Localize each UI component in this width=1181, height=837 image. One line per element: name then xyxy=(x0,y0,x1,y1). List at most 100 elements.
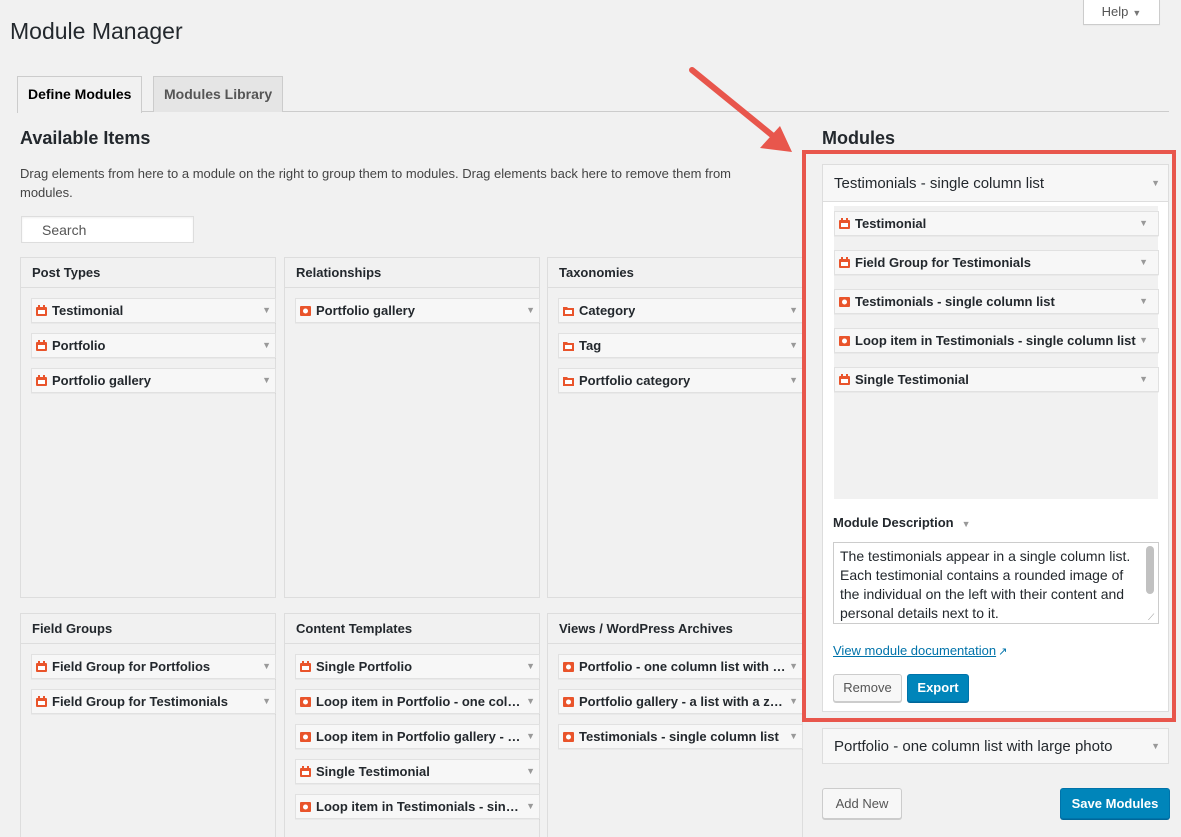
caret-down-icon[interactable]: ▼ xyxy=(787,725,798,748)
caret-down-icon[interactable]: ▼ xyxy=(1151,729,1160,764)
loop-template-icon xyxy=(300,697,311,707)
caret-down-icon[interactable]: ▼ xyxy=(787,690,798,713)
save-modules-button[interactable]: Save Modules xyxy=(1060,788,1170,819)
module-item[interactable]: Field Group for Testimonials ▼ xyxy=(834,250,1159,275)
module-item[interactable]: Single Testimonial ▼ xyxy=(834,367,1159,392)
taxonomies-title: Taxonomies xyxy=(548,258,802,288)
caret-down-icon[interactable]: ▼ xyxy=(787,369,798,392)
item-label: Loop item in Testimonials - single colum… xyxy=(316,799,525,814)
annotation-arrow-icon xyxy=(689,67,792,152)
tab-define-modules[interactable]: Define Modules xyxy=(17,76,143,113)
content-template-icon xyxy=(300,766,311,777)
list-item[interactable]: Loop item in Testimonials - single colum… xyxy=(295,794,540,819)
caret-down-icon[interactable]: ▼ xyxy=(260,690,271,713)
content-template-icon xyxy=(839,374,850,385)
caret-down-icon[interactable]: ▼ xyxy=(1137,290,1148,313)
caret-down-icon[interactable]: ▼ xyxy=(962,519,971,529)
help-label: Help xyxy=(1101,4,1129,19)
view-icon xyxy=(563,662,574,672)
caret-down-icon[interactable]: ▼ xyxy=(524,299,535,322)
module-item[interactable]: Testimonials - single column list ▼ xyxy=(834,289,1159,314)
list-item[interactable]: Tag ▼ xyxy=(558,333,803,358)
module-item-icon xyxy=(36,375,47,386)
list-item[interactable]: Portfolio gallery - a list with a zoom ▼ xyxy=(558,689,803,714)
help-button[interactable]: Help ▼ xyxy=(1083,0,1160,25)
list-item[interactable]: Portfolio - one column list with large p… xyxy=(558,654,803,679)
caret-down-icon[interactable]: ▼ xyxy=(260,299,271,322)
page-title: Module Manager xyxy=(10,18,183,44)
field-group-icon xyxy=(36,661,47,672)
list-item[interactable]: Loop item in Portfolio gallery - a list … xyxy=(295,724,540,749)
doc-link-label: View module documentation xyxy=(833,643,997,658)
caret-down-icon[interactable]: ▼ xyxy=(260,334,271,357)
caret-down-icon[interactable]: ▼ xyxy=(1137,212,1148,235)
list-item[interactable]: Category ▼ xyxy=(558,298,803,323)
item-label: Portfolio - one column list with large p… xyxy=(579,659,788,674)
tab-bar: Define Modules Modules Library xyxy=(17,76,1169,113)
view-icon xyxy=(563,732,574,742)
module-item[interactable]: Loop item in Testimonials - single colum… xyxy=(834,328,1159,353)
caret-down-icon[interactable]: ▼ xyxy=(787,334,798,357)
list-item[interactable]: Testimonials - single column list ▼ xyxy=(558,724,803,749)
loop-template-icon xyxy=(300,802,311,812)
views-title: Views / WordPress Archives xyxy=(548,614,802,644)
modules-title: Modules xyxy=(822,128,896,148)
list-item[interactable]: Single Testimonial ▼ xyxy=(295,759,540,784)
relationships-title: Relationships xyxy=(285,258,539,288)
list-item[interactable]: Portfolio category ▼ xyxy=(558,368,803,393)
tab-modules-library[interactable]: Modules Library xyxy=(153,76,284,112)
post-types-title: Post Types xyxy=(21,258,275,288)
module-item-icon xyxy=(839,218,850,229)
remove-button[interactable]: Remove xyxy=(833,674,902,702)
caret-down-icon[interactable]: ▼ xyxy=(260,655,271,678)
module-description-label[interactable]: Module Description ▼ xyxy=(833,515,971,530)
field-groups-box: Field Groups xyxy=(20,613,276,837)
item-label: Portfolio gallery - a list with a zoom xyxy=(579,694,788,709)
caret-down-icon[interactable]: ▼ xyxy=(524,725,535,748)
caret-down-icon[interactable]: ▼ xyxy=(1137,368,1148,391)
resize-handle-icon[interactable]: ⟋ xyxy=(1148,612,1157,622)
item-label: Single Portfolio xyxy=(316,659,413,674)
module-documentation-link[interactable]: View module documentation ↗ xyxy=(833,643,1007,658)
item-label: Loop item in Portfolio gallery - a list … xyxy=(316,729,525,744)
view-icon xyxy=(563,697,574,707)
caret-down-icon[interactable]: ▼ xyxy=(1137,251,1148,274)
module-description-textarea[interactable]: The testimonials appear in a single colu… xyxy=(833,542,1159,624)
item-label: Testimonials - single column list xyxy=(855,294,1055,309)
list-item[interactable]: Portfolio gallery ▼ xyxy=(295,298,540,323)
item-label: Single Testimonial xyxy=(855,372,969,387)
item-label: Testimonial xyxy=(52,303,124,318)
item-label: Loop item in Portfolio - one column list… xyxy=(316,694,525,709)
textarea-scrollbar[interactable] xyxy=(1146,546,1154,594)
caret-down-icon[interactable]: ▼ xyxy=(524,760,535,783)
search-input[interactable] xyxy=(21,216,194,243)
item-label: Portfolio xyxy=(52,338,106,353)
available-items-description: Drag elements from here to a module on t… xyxy=(20,166,732,200)
caret-down-icon[interactable]: ▼ xyxy=(524,690,535,713)
field-group-icon xyxy=(36,696,47,707)
list-item[interactable]: Portfolio gallery ▼ xyxy=(31,368,276,393)
list-item[interactable]: Single Portfolio ▼ xyxy=(295,654,540,679)
module-item-icon xyxy=(36,340,47,351)
available-items-title: Available Items xyxy=(20,128,151,148)
caret-down-icon[interactable]: ▼ xyxy=(787,299,798,322)
list-item[interactable]: Field Group for Testimonials ▼ xyxy=(31,689,276,714)
caret-down-icon[interactable]: ▼ xyxy=(787,655,798,678)
module-item[interactable]: Testimonial ▼ xyxy=(834,211,1159,236)
add-new-button[interactable]: Add New xyxy=(822,788,902,819)
list-item[interactable]: Loop item in Portfolio - one column list… xyxy=(295,689,540,714)
list-item[interactable]: Field Group for Portfolios ▼ xyxy=(31,654,276,679)
module-header[interactable]: Testimonials - single column list ▼ xyxy=(822,164,1169,202)
loop-template-icon xyxy=(300,732,311,742)
caret-down-icon[interactable]: ▼ xyxy=(524,655,535,678)
list-item[interactable]: Testimonial ▼ xyxy=(31,298,276,323)
caret-down-icon[interactable]: ▼ xyxy=(1151,165,1160,202)
caret-down-icon[interactable]: ▼ xyxy=(260,369,271,392)
export-button[interactable]: Export xyxy=(907,674,969,702)
caret-down-icon[interactable]: ▼ xyxy=(524,795,535,818)
caret-down-icon[interactable]: ▼ xyxy=(1137,329,1148,352)
item-label: Field Group for Testimonials xyxy=(855,255,1031,270)
module-header[interactable]: Portfolio - one column list with large p… xyxy=(822,728,1169,764)
list-item[interactable]: Portfolio ▼ xyxy=(31,333,276,358)
caret-down-icon: ▼ xyxy=(1132,8,1142,18)
